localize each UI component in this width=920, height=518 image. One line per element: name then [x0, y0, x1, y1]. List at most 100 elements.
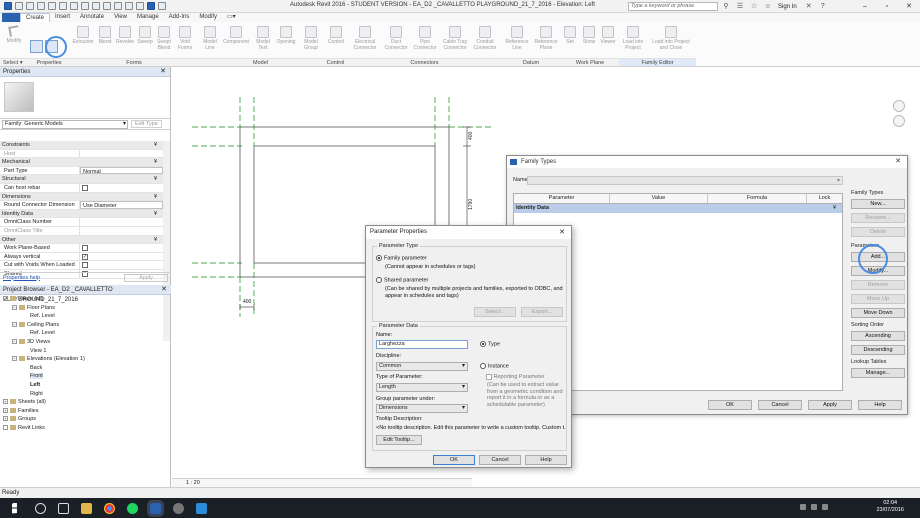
move-up-button[interactable]: Move Up — [851, 294, 905, 304]
select-panel-label[interactable]: Select ▾ — [0, 58, 28, 66]
load-into-project-close-button[interactable]: Load into Project and Close — [648, 26, 694, 51]
chrome-icon[interactable] — [104, 502, 115, 514]
browser-item[interactable]: Ref. Level — [0, 329, 171, 338]
steering-wheel-icon[interactable] — [893, 100, 905, 112]
remove-parameter-button[interactable]: Remove — [851, 280, 905, 290]
expand-toggle-icon[interactable]: − — [12, 304, 17, 310]
customize-icon[interactable] — [158, 2, 166, 10]
tab-add-ins[interactable]: Add-Ins — [164, 13, 195, 22]
load-into-project-button[interactable]: Load into Project — [620, 26, 646, 51]
property-value[interactable] — [80, 150, 163, 158]
user-icon[interactable]: ☺ — [764, 3, 772, 11]
extrusion-button[interactable]: Extrusion — [72, 26, 94, 46]
collapse-toggle[interactable]: ¥ — [154, 210, 163, 218]
expand-toggle-icon[interactable]: + — [3, 416, 8, 422]
manage-lookup-button[interactable]: Manage... — [851, 368, 905, 378]
property-value[interactable]: Use Diameter — [80, 201, 163, 209]
show-button[interactable]: Show — [580, 26, 598, 46]
family-parameter-radio[interactable]: Family parameter — [376, 255, 427, 262]
windows-start-icon[interactable] — [12, 502, 17, 514]
viewer-button[interactable]: Viewer — [598, 26, 618, 46]
revit-app-icon[interactable] — [4, 2, 12, 10]
collapse-toggle[interactable]: ¥ — [154, 158, 163, 166]
col-lock[interactable]: Lock — [807, 194, 842, 203]
collapse-toggle[interactable]: ¥ — [154, 193, 163, 201]
control-button[interactable]: Control — [325, 26, 347, 46]
file-explorer-icon[interactable] — [81, 502, 92, 514]
property-group-row[interactable]: Mechanical ¥ — [0, 158, 163, 167]
browser-item[interactable]: View 1 — [0, 347, 171, 356]
tab-insert[interactable]: Insert — [50, 13, 75, 22]
search-icon[interactable]: ⚲ — [722, 3, 730, 11]
property-row[interactable]: Host — [0, 149, 163, 159]
clock[interactable]: 02:04 23/07/2016 — [876, 500, 904, 514]
collapse-toggle[interactable]: ¥ — [154, 141, 163, 149]
property-group-row[interactable]: Structural ¥ — [0, 175, 163, 184]
expand-toggle-icon[interactable]: − — [12, 339, 17, 345]
dimension-icon[interactable] — [81, 2, 89, 10]
instance-radio[interactable]: Instance — [480, 363, 509, 370]
battery-icon[interactable] — [822, 504, 828, 510]
select-button[interactable]: Select... — [474, 307, 516, 317]
swept-blend-button[interactable]: Swept Blend — [155, 26, 173, 51]
volume-icon[interactable] — [811, 504, 817, 510]
browser-item[interactable]: Ref. Level — [0, 312, 171, 321]
cancel-button[interactable]: Cancel — [758, 400, 802, 410]
ok-button[interactable]: OK — [708, 400, 752, 410]
cancel-button[interactable]: Cancel — [479, 455, 521, 465]
shared-parameter-radio[interactable]: Shared parameter — [376, 277, 428, 284]
browser-item[interactable]: − Views (all) — [0, 295, 171, 304]
edit-tooltip-button[interactable]: Edit Tooltip... — [376, 435, 422, 445]
descending-button[interactable]: Descending — [851, 345, 905, 355]
property-row[interactable]: Work Plane-Based — [0, 244, 163, 253]
expand-toggle-icon[interactable]: − — [12, 321, 17, 327]
edit-type-button[interactable]: Edit Type — [131, 120, 162, 128]
component-button[interactable]: Component — [221, 26, 251, 46]
new-type-button[interactable]: New... — [851, 199, 905, 209]
3d-view-icon[interactable] — [103, 2, 111, 10]
close-icon[interactable]: ✕ — [160, 67, 166, 77]
expand-toggle-icon[interactable]: − — [3, 296, 8, 302]
property-group-row[interactable]: Dimensions ¥ — [0, 192, 163, 202]
help-button[interactable]: Help — [525, 455, 567, 465]
move-down-button[interactable]: Move Down — [851, 308, 905, 318]
browser-item[interactable]: Back — [0, 364, 171, 373]
minimize-icon[interactable]: – — [854, 0, 876, 13]
group-under-dropdown[interactable]: Dimensions — [376, 404, 468, 413]
close-icon[interactable]: ✕ — [559, 226, 565, 239]
view-scale[interactable]: 1 : 20 — [186, 480, 200, 486]
checkbox-icon[interactable]: ✓ — [82, 253, 88, 260]
apply-button[interactable]: Apply — [808, 400, 852, 410]
browser-item[interactable]: − Elevations (Elevation 1) — [0, 355, 171, 364]
property-value[interactable] — [80, 218, 163, 226]
reference-line-button[interactable]: Reference Line — [503, 26, 531, 51]
maximize-icon[interactable]: ▫ — [876, 0, 898, 13]
reporting-parameter-checkbox[interactable]: Reporting Parameter — [486, 373, 545, 380]
parameter-name-input[interactable]: Larghezza — [376, 340, 468, 349]
redo-icon[interactable] — [48, 2, 56, 10]
duct-connector-button[interactable]: Duct Connector — [382, 26, 410, 51]
thin-lines-icon[interactable] — [125, 2, 133, 10]
sweep-button[interactable]: Sweep — [136, 26, 154, 46]
browser-item[interactable]: + Families — [0, 407, 171, 416]
tab-annotate[interactable]: Annotate — [75, 13, 109, 22]
delete-type-button[interactable]: Delete — [851, 227, 905, 237]
apply-button[interactable]: Apply — [124, 273, 168, 282]
modify-button[interactable]: Modify — [4, 25, 24, 44]
browser-item[interactable]: + Groups — [0, 415, 171, 424]
ok-button[interactable]: OK — [433, 455, 475, 465]
revolve-button[interactable]: Revolve — [115, 26, 135, 46]
measure-icon[interactable] — [70, 2, 78, 10]
close-icon[interactable]: ✕ — [895, 156, 901, 168]
export-button[interactable]: Export... — [521, 307, 563, 317]
collapse-toggle[interactable]: ¥ — [154, 175, 163, 183]
expand-toggle-icon[interactable]: + — [3, 399, 8, 405]
skype-icon[interactable] — [196, 502, 207, 514]
save-icon[interactable] — [26, 2, 34, 10]
checkbox-icon[interactable] — [82, 185, 88, 192]
switch-windows-icon[interactable] — [147, 2, 155, 10]
property-group-row[interactable]: Constraints ¥ — [0, 141, 163, 150]
network-icon[interactable] — [800, 504, 806, 510]
text-icon[interactable] — [92, 2, 100, 10]
collapse-toggle[interactable]: ¥ — [833, 204, 836, 213]
